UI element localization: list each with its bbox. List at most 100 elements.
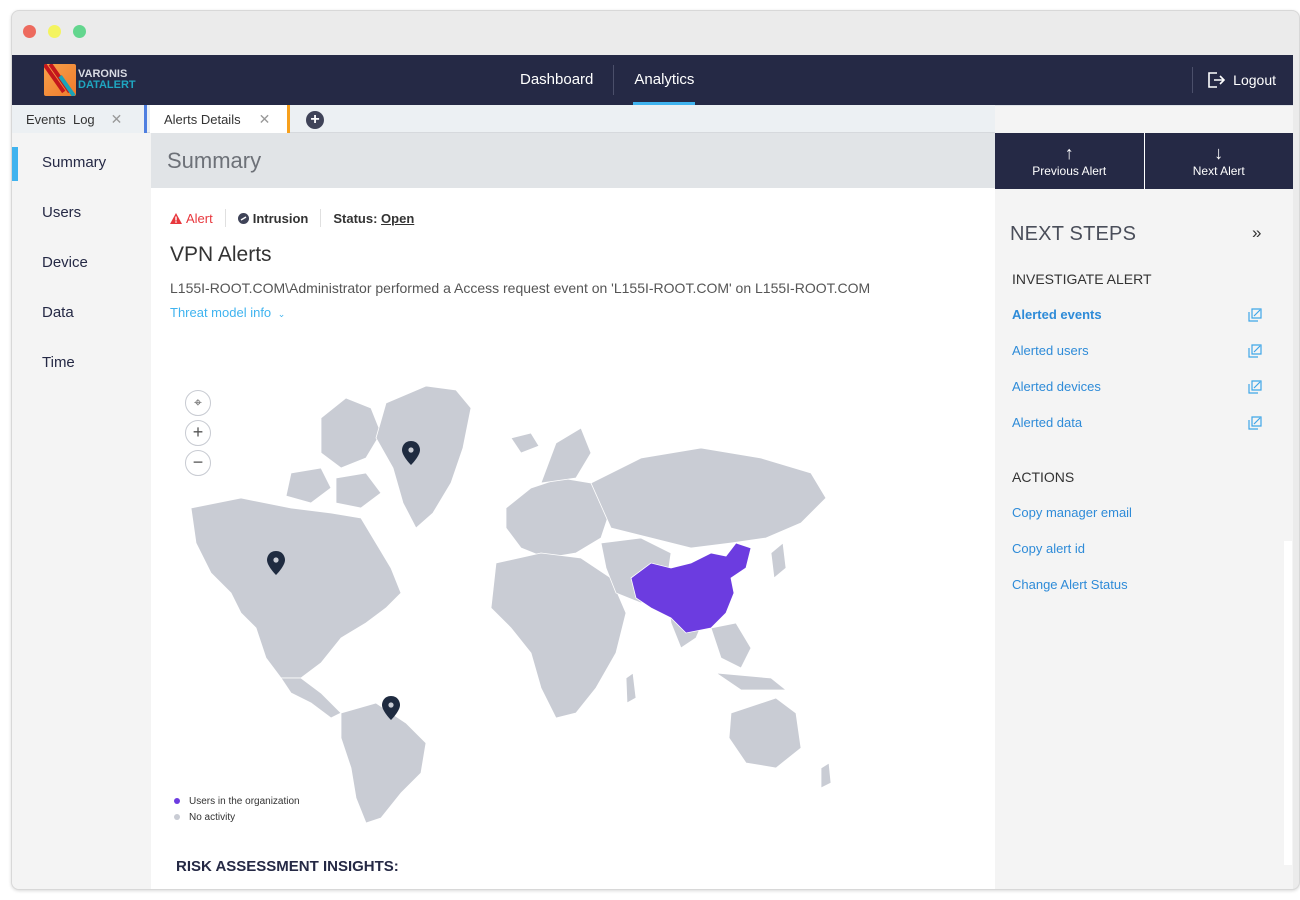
top-navigation: VARONIS DATALERT Dashboard Analytics Log… [12, 55, 1293, 105]
zoom-in-icon[interactable]: + [185, 420, 211, 446]
panel-scrollbar[interactable] [1284, 541, 1292, 865]
arrow-up-icon: ↑ [1064, 143, 1074, 163]
external-link-icon [1248, 379, 1262, 394]
section-header: Summary [151, 133, 995, 188]
map-region-arctic-islands [335, 472, 382, 509]
status-value-link[interactable]: Open [381, 211, 414, 226]
map-region-arctic-islands [285, 467, 332, 504]
world-map[interactable] [171, 378, 851, 828]
tab-bar: Events Log ✕ Alerts Details ✕ + [12, 105, 995, 133]
map-legend: Users in the organization No activity [174, 794, 300, 826]
link-label: Alerted users [1012, 343, 1089, 358]
severity-badge: Alert [170, 211, 213, 226]
map-region-russia [590, 447, 827, 549]
external-link-icon [1248, 343, 1262, 358]
logo-text-line2: DATALERT [78, 79, 136, 91]
link-alerted-events[interactable]: Alerted events [1012, 307, 1262, 322]
external-link-icon [1248, 415, 1262, 430]
nav-dashboard[interactable]: Dashboard [500, 55, 613, 105]
collapse-panel-icon[interactable]: » [1252, 223, 1261, 243]
app-window: VARONIS DATALERT Dashboard Analytics Log… [11, 10, 1300, 890]
alert-navigation: ↑ Previous Alert ↓ Next Alert [995, 133, 1293, 189]
map-region-scandinavia [540, 427, 592, 484]
legend-label: Users in the organization [189, 796, 300, 807]
link-alerted-data[interactable]: Alerted data [1012, 415, 1262, 430]
link-alerted-users[interactable]: Alerted users [1012, 343, 1262, 358]
next-steps-panel: ↑ Previous Alert ↓ Next Alert NEXT STEPS… [995, 105, 1293, 889]
legend-item: No activity [174, 810, 300, 826]
next-alert-button[interactable]: ↓ Next Alert [1143, 133, 1293, 189]
map-region-southeast-asia [710, 622, 752, 669]
risk-assessment-heading: RISK ASSESSMENT INSIGHTS: [176, 858, 399, 875]
map-region-madagascar [625, 672, 637, 704]
investigate-alert-heading: INVESTIGATE ALERT [1012, 271, 1152, 287]
locate-icon[interactable]: ⌖ [185, 390, 211, 416]
warning-icon [170, 212, 182, 224]
logo[interactable]: VARONIS DATALERT [44, 64, 136, 96]
previous-alert-button[interactable]: ↑ Previous Alert [995, 133, 1144, 189]
map-region-arctic-islands [320, 397, 382, 469]
alert-description: L155I-ROOT.COM\Administrator performed a… [170, 280, 871, 296]
maximize-window-button[interactable] [73, 25, 86, 38]
legend-swatch-gray [174, 814, 180, 821]
action-label: Change Alert Status [1012, 577, 1128, 592]
nav-analytics[interactable]: Analytics [614, 55, 714, 105]
zoom-out-icon[interactable]: − [185, 450, 211, 476]
map-region-south-america [340, 702, 427, 824]
sidebar-item-time[interactable]: Time [12, 337, 151, 387]
status-badge: Status: Open [333, 211, 414, 226]
close-tab-icon[interactable]: ✕ [259, 111, 271, 128]
chevron-down-icon: ⌄ [277, 309, 286, 319]
action-label: Copy alert id [1012, 541, 1085, 556]
alert-title: VPN Alerts [170, 243, 272, 266]
action-label: Copy manager email [1012, 505, 1132, 520]
map-region-iceland [510, 432, 540, 454]
meta-divider [320, 209, 322, 227]
minimize-window-button[interactable] [48, 25, 61, 38]
tab-alerts-details[interactable]: Alerts Details ✕ [150, 105, 290, 133]
link-alerted-devices[interactable]: Alerted devices [1012, 379, 1262, 394]
close-tab-icon[interactable]: ✕ [111, 111, 123, 128]
next-alert-label: Next Alert [1192, 164, 1245, 178]
map-region-japan [770, 542, 787, 579]
link-label: Alerted events [1012, 307, 1102, 322]
sidebar-item-device[interactable]: Device [12, 237, 151, 287]
logout-divider [1192, 67, 1194, 93]
external-link-icon [1248, 307, 1262, 322]
threat-model-label: Threat model info [170, 305, 272, 320]
map-region-australia [728, 697, 802, 769]
previous-alert-label: Previous Alert [1032, 164, 1107, 178]
varonis-logo-icon [44, 64, 76, 96]
actions-heading: ACTIONS [1012, 469, 1075, 485]
tab-events-log[interactable]: Events Log ✕ [12, 105, 147, 133]
action-copy-manager-email[interactable]: Copy manager email [1012, 505, 1262, 520]
arrow-down-icon: ↓ [1214, 143, 1224, 163]
severity-label: Alert [186, 210, 213, 226]
action-copy-alert-id[interactable]: Copy alert id [1012, 541, 1262, 556]
legend-label: No activity [189, 812, 236, 823]
threat-model-toggle[interactable]: Threat model info ⌄ [170, 305, 285, 320]
sidebar-item-data[interactable]: Data [12, 287, 151, 337]
alert-meta: Alert Intrusion Status: Open [170, 209, 414, 227]
next-steps-title: NEXT STEPS [1010, 223, 1137, 245]
logout-button[interactable]: Logout [1192, 55, 1276, 105]
intrusion-icon [237, 212, 249, 224]
map-region-africa [490, 552, 627, 719]
close-window-button[interactable] [23, 25, 36, 38]
section-title: Summary [167, 147, 262, 173]
tab-label: Events Log [26, 111, 95, 127]
sidebar-item-summary[interactable]: Summary [12, 137, 151, 187]
action-change-alert-status[interactable]: Change Alert Status [1012, 577, 1262, 592]
status-prefix: Status: [333, 210, 378, 226]
map-region-indonesia [714, 672, 788, 691]
category-label: Intrusion [252, 210, 309, 226]
add-tab-icon[interactable]: + [306, 111, 324, 129]
map-region-north-america [190, 497, 402, 679]
map-region-new-zealand [820, 762, 832, 789]
sidebar: Summary Users Device Data Time [12, 133, 151, 889]
legend-swatch-purple [174, 798, 180, 805]
tab-label: Alerts Details [164, 111, 241, 127]
legend-item: Users in the organization [174, 794, 300, 810]
sidebar-item-users[interactable]: Users [12, 187, 151, 237]
map-region-central-america [280, 677, 342, 719]
